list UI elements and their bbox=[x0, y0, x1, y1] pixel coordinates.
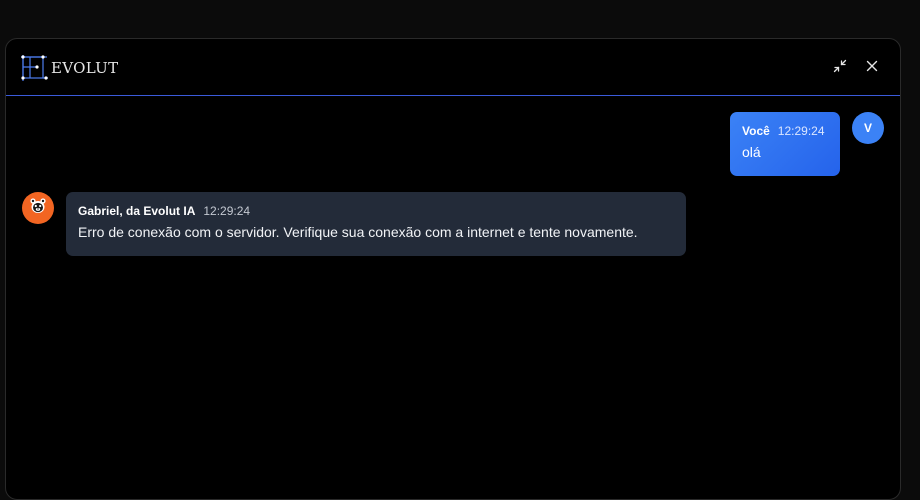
message-time: 12:29:24 bbox=[777, 124, 825, 138]
message-author: Você bbox=[742, 124, 770, 138]
close-icon bbox=[866, 59, 878, 77]
evolut-logo-icon bbox=[20, 54, 50, 82]
chat-window: EVOLUT Você 12:29:24 olá V Gabriel, da E… bbox=[5, 38, 901, 500]
bot-message-bubble: Gabriel, da Evolut IA 12:29:24 Erro de c… bbox=[66, 192, 686, 256]
bear-mascot-icon bbox=[29, 197, 47, 220]
message-text: olá bbox=[742, 144, 761, 160]
message-text: Erro de conexão com o servidor. Verifiqu… bbox=[78, 224, 638, 240]
minimize-arrows-icon bbox=[833, 59, 847, 78]
brand-name: EVOLUT bbox=[51, 59, 119, 77]
minimize-button[interactable] bbox=[830, 58, 850, 78]
chat-header: EVOLUT bbox=[6, 39, 900, 96]
brand-logo: EVOLUT bbox=[20, 54, 118, 82]
message-author: Gabriel, da Evolut IA bbox=[78, 204, 196, 218]
user-message-bubble: Você 12:29:24 olá bbox=[730, 112, 840, 176]
user-avatar: V bbox=[852, 112, 884, 144]
bot-avatar bbox=[22, 192, 54, 224]
message-time: 12:29:24 bbox=[203, 204, 251, 218]
close-button[interactable] bbox=[862, 58, 882, 78]
